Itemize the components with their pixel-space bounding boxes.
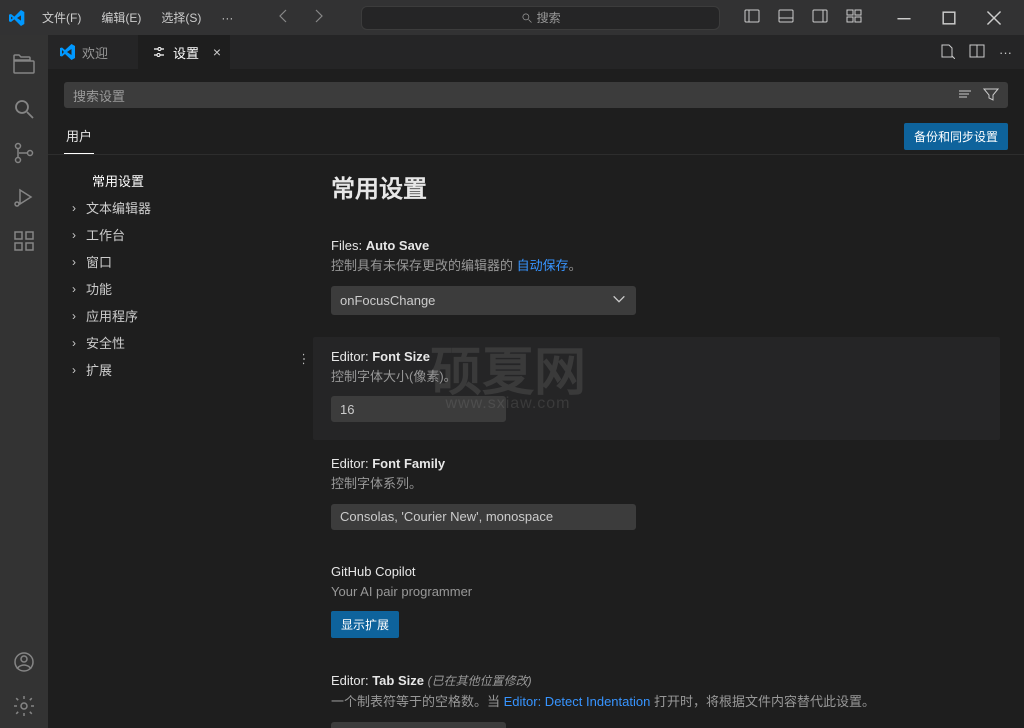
fontfamily-input[interactable] — [331, 504, 636, 530]
setting-fontfamily: Editor: Font Family 控制字体系列。 — [313, 444, 1000, 548]
fontsize-input[interactable] — [331, 396, 506, 422]
menu-select[interactable]: 选择(S) — [153, 5, 209, 30]
layout-panel-icon[interactable] — [778, 8, 794, 27]
activity-debug-icon[interactable] — [0, 175, 48, 219]
tab-welcome-label: 欢迎 — [82, 43, 108, 62]
tab-settings[interactable]: 设置 × — [139, 35, 230, 69]
tabsize-input[interactable] — [331, 722, 506, 728]
vscode-logo-icon — [8, 9, 26, 27]
menu-overflow[interactable]: ··· — [213, 7, 241, 29]
split-editor-icon[interactable] — [969, 43, 985, 62]
activity-extensions-icon[interactable] — [0, 219, 48, 263]
activity-settings-icon[interactable] — [0, 684, 48, 728]
toc-common[interactable]: 常用设置 — [64, 167, 295, 194]
chevron-right-icon: › — [72, 336, 82, 350]
toc-security[interactable]: ›安全性 — [64, 329, 295, 356]
settings-editor: 常用设置 Files: Auto Save 控制具有未保存更改的编辑器的 自动保… — [303, 155, 1024, 728]
chevron-right-icon: › — [72, 282, 82, 296]
close-icon[interactable]: × — [213, 44, 221, 60]
menu-file[interactable]: 文件(F) — [34, 5, 89, 30]
show-extension-button[interactable]: 显示扩展 — [331, 611, 399, 638]
clear-search-icon[interactable] — [957, 86, 973, 105]
autosave-select[interactable]: onFocusChange — [331, 286, 636, 315]
open-settings-json-icon[interactable] — [939, 43, 955, 62]
window-minimize[interactable] — [881, 0, 926, 35]
layout-sidebar-left-icon[interactable] — [744, 8, 760, 27]
scope-user-tab[interactable]: 用户 — [64, 118, 94, 154]
section-title: 常用设置 — [331, 169, 1000, 204]
filter-icon[interactable] — [983, 86, 999, 105]
titlebar: 文件(F) 编辑(E) 选择(S) ··· 搜索 — [0, 0, 1024, 35]
layout-customize-icon[interactable] — [846, 8, 862, 27]
chevron-right-icon: › — [72, 201, 82, 215]
tab-settings-label: 设置 — [173, 43, 199, 62]
chevron-right-icon: › — [72, 228, 82, 242]
chevron-right-icon: › — [72, 255, 82, 269]
nav-forward-icon[interactable] — [311, 8, 327, 27]
link-detect-indentation[interactable]: Editor: Detect Indentation — [504, 694, 651, 709]
window-maximize[interactable] — [926, 0, 971, 35]
settings-search-input[interactable]: 搜索设置 — [64, 82, 1008, 108]
tab-welcome[interactable]: 欢迎 — [48, 35, 139, 69]
toc-extensions[interactable]: ›扩展 — [64, 356, 295, 383]
chevron-right-icon: › — [72, 309, 82, 323]
activity-search-icon[interactable] — [0, 87, 48, 131]
activity-bar — [0, 35, 48, 728]
window-close[interactable] — [971, 0, 1016, 35]
editor-tabs: 欢迎 设置 × ··· — [48, 35, 1024, 70]
chevron-down-icon — [611, 291, 627, 310]
menu-edit[interactable]: 编辑(E) — [93, 5, 149, 30]
setting-fontsize: Editor: Font Size 控制字体大小(像素)。 — [313, 337, 1000, 441]
setting-tabsize: Editor: Tab Size (已在其他位置修改) 一个制表符等于的空格数。… — [313, 660, 1000, 728]
toc-window[interactable]: ›窗口 — [64, 248, 295, 275]
settings-search-placeholder: 搜索设置 — [73, 86, 125, 105]
backup-sync-button[interactable]: 备份和同步设置 — [904, 123, 1008, 150]
toc-text-editor[interactable]: ›文本编辑器 — [64, 194, 295, 221]
search-placeholder: 搜索 — [537, 9, 561, 26]
settings-toc: 常用设置 ›文本编辑器 ›工作台 ›窗口 ›功能 ›应用程序 ›安全性 ›扩展 — [48, 155, 303, 728]
activity-account-icon[interactable] — [0, 640, 48, 684]
tab-more-icon[interactable]: ··· — [999, 45, 1012, 60]
activity-scm-icon[interactable] — [0, 131, 48, 175]
link-autosave[interactable]: 自动保存 — [517, 258, 569, 273]
command-center-search[interactable]: 搜索 — [361, 6, 720, 30]
activity-explorer-icon[interactable] — [0, 43, 48, 87]
gear-icon[interactable] — [303, 351, 307, 370]
nav-back-icon[interactable] — [275, 8, 291, 27]
toc-application[interactable]: ›应用程序 — [64, 302, 295, 329]
setting-copilot: GitHub Copilot Your AI pair programmer 显… — [313, 552, 1000, 657]
toc-features[interactable]: ›功能 — [64, 275, 295, 302]
chevron-right-icon: › — [72, 363, 82, 377]
layout-sidebar-right-icon[interactable] — [812, 8, 828, 27]
toc-workbench[interactable]: ›工作台 — [64, 221, 295, 248]
setting-autosave: Files: Auto Save 控制具有未保存更改的编辑器的 自动保存。 on… — [313, 226, 1000, 333]
